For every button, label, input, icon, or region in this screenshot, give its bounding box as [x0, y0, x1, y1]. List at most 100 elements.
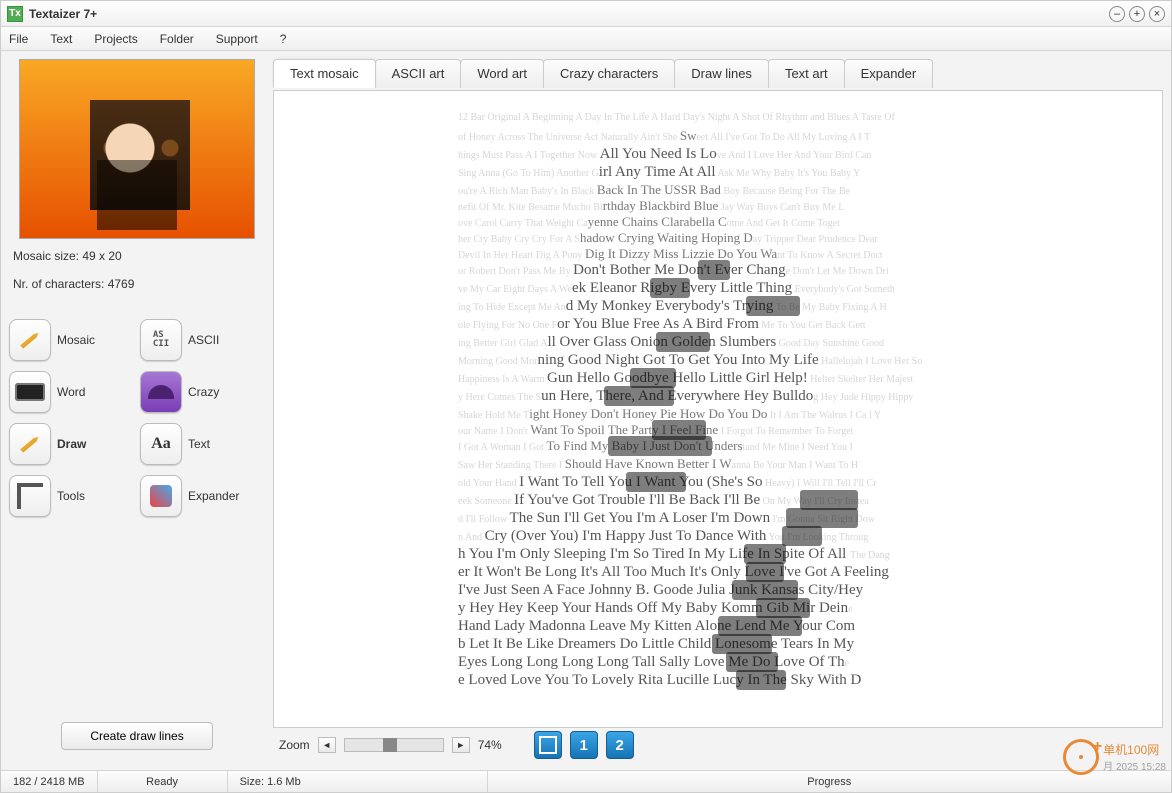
zoom-100-button[interactable]: 1	[570, 731, 598, 759]
palette-word-icon	[9, 371, 51, 413]
zoom-slider[interactable]	[344, 738, 444, 752]
watermark-site: 单机100网	[1103, 741, 1166, 758]
canvas-line: ve My Car Eight Days A Week Eleanor Rigb…	[458, 280, 978, 297]
canvas-dark-run	[732, 580, 798, 600]
canvas-line: hings Must Pass A I Together Now All You…	[458, 146, 978, 163]
canvas-line: ing To Hide Except Me And My Monkey Ever…	[458, 298, 978, 315]
canvas-line: ou're A Rich Man Baby's In Black Back In…	[458, 182, 978, 198]
palette-crazy[interactable]: Crazy	[140, 371, 265, 413]
zoom-fit-button[interactable]	[534, 731, 562, 759]
maximize-button[interactable]: +	[1129, 6, 1145, 22]
status-memory: 182 / 2418 MB	[1, 771, 98, 792]
watermark-logo-icon	[1063, 739, 1099, 775]
titlebar: Tx Textaizer 7+ – + ×	[1, 1, 1171, 27]
canvas-dark-run	[712, 634, 772, 654]
palette-text-label: Text	[188, 437, 210, 451]
canvas-line: her Cry Baby Cry Cry For A Shadow Crying…	[458, 230, 978, 246]
menu-projects[interactable]: Projects	[90, 30, 141, 48]
palette-tools[interactable]: Tools	[9, 475, 134, 517]
canvas-dark-run	[726, 652, 778, 672]
menu-help[interactable]: ?	[276, 30, 291, 48]
canvas-line: er It Won't Be Long It's All Too Much It…	[458, 564, 978, 581]
canvas-line: old Your Hand I Want To Tell You I Want …	[458, 474, 978, 491]
create-draw-lines-button[interactable]: Create draw lines	[61, 722, 212, 750]
zoom-200-button[interactable]: 2	[606, 731, 634, 759]
statusbar: 182 / 2418 MB Ready Size: 1.6 Mb Progres…	[1, 770, 1171, 792]
canvas-dark-run	[744, 544, 786, 564]
palette-word-label: Word	[57, 385, 85, 399]
canvas-line: Eyes Long Long Long Long Tall Sally Love…	[458, 654, 978, 671]
zoom-in-button[interactable]: ►	[452, 737, 470, 753]
canvas-line: Sing Anna (Go To Him) Another Girl Any T…	[458, 164, 978, 181]
menubar: File Text Projects Folder Support?	[1, 27, 1171, 51]
palette-tools-label: Tools	[57, 489, 85, 503]
canvas-line: Happiness Is A Warm Gun Hello Goodbye He…	[458, 370, 978, 387]
canvas-line: Saw Her Standing There I Should Have Kno…	[458, 456, 978, 472]
app-icon: Tx	[7, 6, 23, 22]
canvas-dark-run	[718, 616, 802, 636]
close-button[interactable]: ×	[1149, 6, 1165, 22]
zoom-label: Zoom	[279, 738, 310, 752]
canvas-dark-run	[626, 472, 686, 492]
palette-ascii-icon: AS CII	[140, 319, 182, 361]
palette-text[interactable]: AaText	[140, 423, 265, 465]
canvas-line: e Loved Love You To Lovely Rita Lucille …	[458, 672, 978, 689]
tab-strip: Text mosaicASCII artWord artCrazy charac…	[273, 59, 1163, 88]
mode-palette: MosaicAS CII ASCII Word Crazy Draw AaText Tool…	[9, 319, 265, 517]
status-state: Ready	[98, 771, 228, 792]
canvas-line: h You I'm Only Sleeping I'm So Tired In …	[458, 546, 978, 563]
palette-ascii-label: ASCII	[188, 333, 219, 347]
tab-ascii-art[interactable]: ASCII art	[375, 59, 462, 88]
canvas-dark-run	[756, 598, 810, 618]
palette-crazy-icon	[140, 371, 182, 413]
canvas-line: 12 Bar Original A Beginning A Day In The…	[458, 112, 978, 123]
canvas-line: eek Someone If You've Got Trouble I'll B…	[458, 492, 978, 509]
palette-mosaic-icon	[9, 319, 51, 361]
menu-text[interactable]: Text	[46, 30, 76, 48]
canvas-line: ole Flying For No One For You Blue Free …	[458, 316, 978, 333]
menu-folder[interactable]: Folder	[156, 30, 198, 48]
minimize-button[interactable]: –	[1109, 6, 1125, 22]
canvas-dark-run	[656, 332, 710, 352]
canvas-line: ing Better Girl Glad All Over Glass Onio…	[458, 334, 978, 351]
window-title: Textaizer 7+	[29, 7, 97, 21]
canvas-line: y Hey Hey Keep Your Hands Off My Baby Ko…	[458, 600, 978, 617]
tab-expander[interactable]: Expander	[844, 59, 934, 88]
palette-draw[interactable]: Draw	[9, 423, 134, 465]
canvas-line: Morning Good Morning Good Night Got To G…	[458, 352, 978, 369]
palette-word[interactable]: Word	[9, 371, 134, 413]
left-panel: Mosaic size: 49 x 20 Nr. of characters: …	[9, 59, 265, 762]
content-area: Mosaic size: 49 x 20 Nr. of characters: …	[1, 51, 1171, 770]
watermark-date: 月 2025 15:28	[1103, 758, 1166, 773]
menu-file[interactable]: File	[5, 30, 32, 48]
canvas-dark-run	[736, 670, 786, 690]
canvas-dark-run	[746, 562, 784, 582]
text-mosaic-canvas: 12 Bar Original A Beginning A Day In The…	[458, 110, 978, 708]
canvas-dark-run	[800, 490, 858, 510]
canvas-dark-run	[650, 278, 690, 298]
canvas-dark-run	[746, 296, 800, 316]
tab-crazy-characters[interactable]: Crazy characters	[543, 59, 675, 88]
palette-ascii[interactable]: AS CII ASCII	[140, 319, 265, 361]
tab-text-mosaic[interactable]: Text mosaic	[273, 59, 376, 88]
tab-word-art[interactable]: Word art	[460, 59, 544, 88]
palette-expander[interactable]: Expander	[140, 475, 265, 517]
source-image-preview[interactable]	[19, 59, 255, 239]
zoom-out-button[interactable]: ◄	[318, 737, 336, 753]
palette-expander-label: Expander	[188, 489, 239, 503]
canvas-line: y Here Comes The Sun Here, There, And Ev…	[458, 388, 978, 405]
canvas-dark-run	[782, 526, 822, 546]
canvas-line: d I'll Follow The Sun I'll Get You I'm A…	[458, 510, 978, 527]
canvas-line: I've Just Seen A Face Johnny B. Goode Ju…	[458, 582, 978, 599]
canvas-viewport[interactable]: 12 Bar Original A Beginning A Day In The…	[273, 90, 1163, 728]
zoom-slider-thumb[interactable]	[383, 738, 397, 752]
canvas-line: I Got A Woman I Got To Find My Baby I Ju…	[458, 438, 978, 454]
palette-expander-icon	[140, 475, 182, 517]
tab-text-art[interactable]: Text art	[768, 59, 845, 88]
canvas-dark-run	[608, 436, 712, 456]
palette-mosaic[interactable]: Mosaic	[9, 319, 134, 361]
tab-draw-lines[interactable]: Draw lines	[674, 59, 769, 88]
menu-support[interactable]: Support	[212, 30, 262, 48]
palette-draw-label: Draw	[57, 437, 86, 451]
canvas-line: Shake Hold Me Tight Honey Don't Honey Pi…	[458, 406, 978, 422]
